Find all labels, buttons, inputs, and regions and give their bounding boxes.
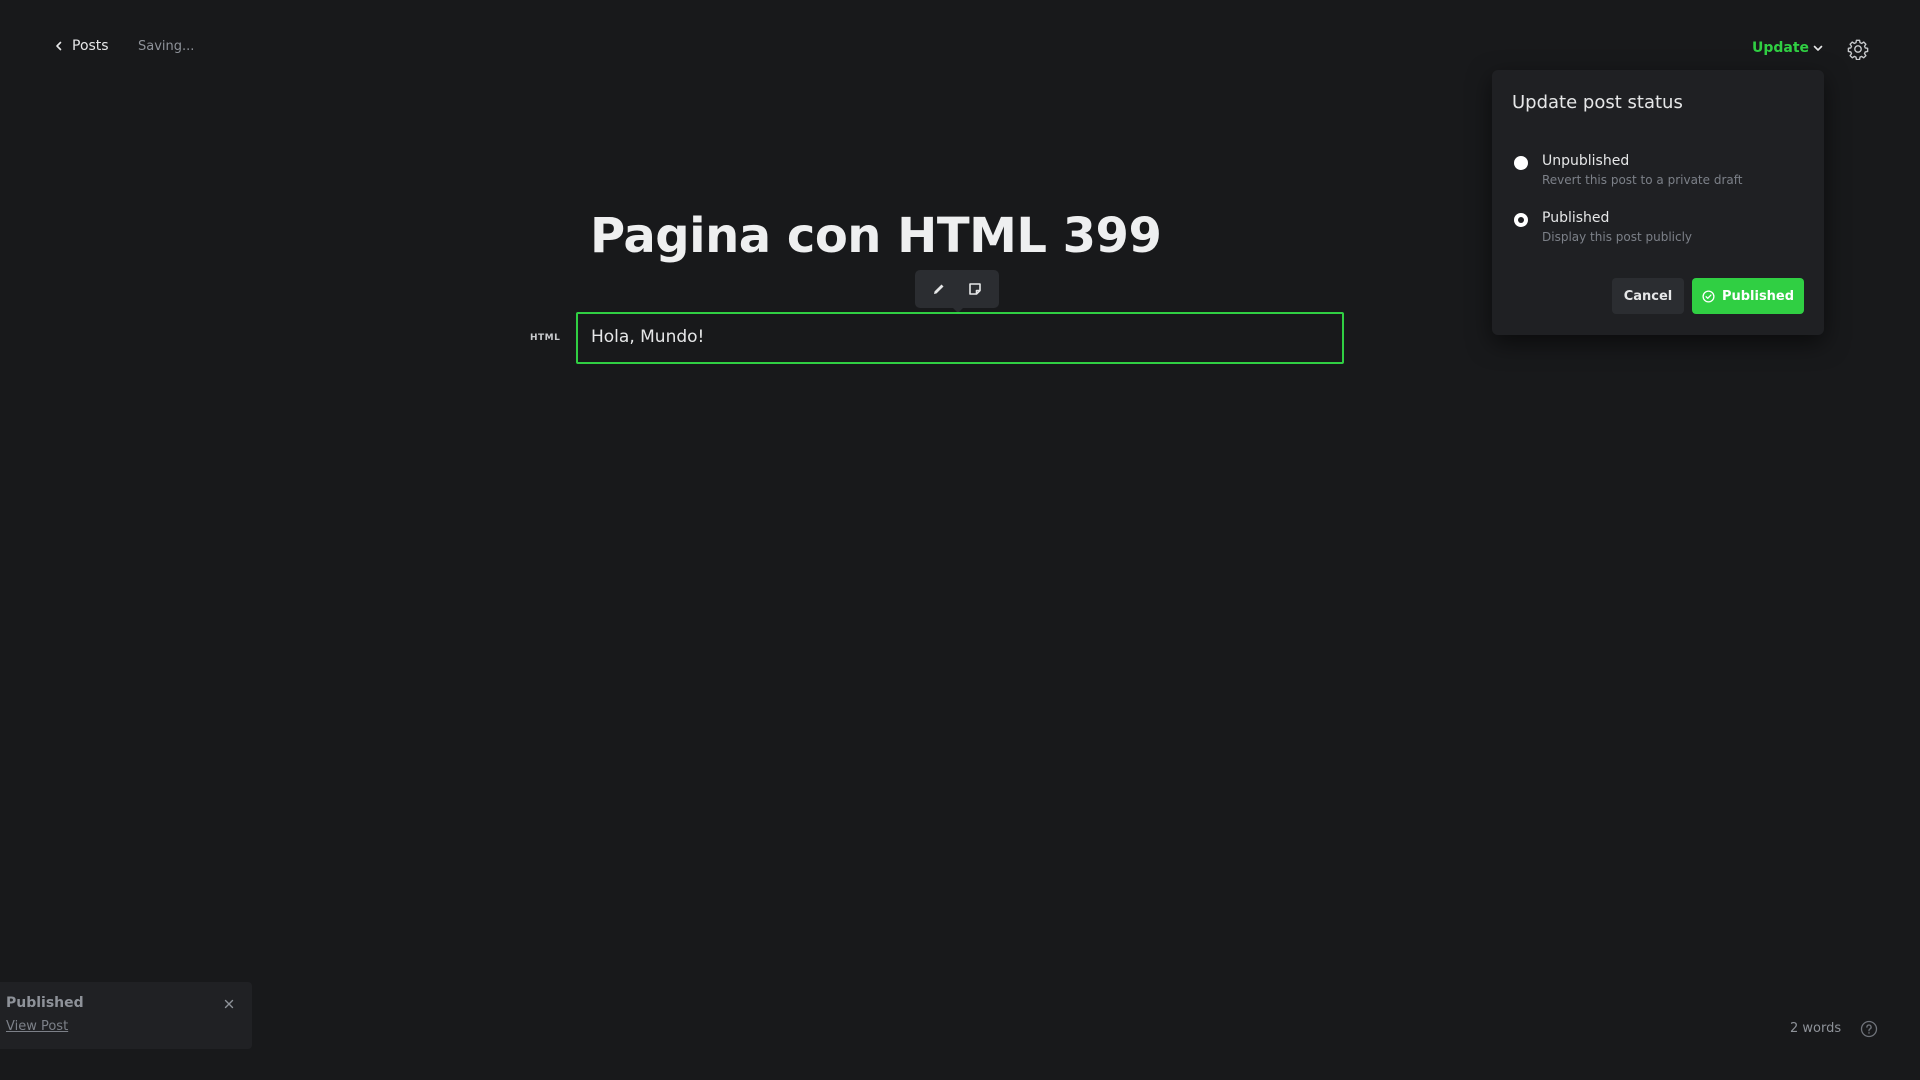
pencil-icon[interactable] — [928, 278, 950, 300]
card-toolbar — [915, 270, 999, 313]
published-button[interactable]: Published — [1692, 278, 1804, 314]
save-status: Saving... — [138, 39, 195, 54]
unpublished-option-description: Revert this post to a private draft — [1542, 173, 1743, 187]
chevron-left-icon — [56, 41, 62, 51]
close-icon[interactable] — [222, 996, 236, 1010]
back-to-posts-link[interactable]: Posts — [54, 38, 109, 54]
unpublished-option-label: Unpublished — [1542, 153, 1630, 169]
publish-notification: Published View Post — [0, 982, 252, 1049]
unpublished-radio[interactable] — [1514, 156, 1528, 170]
help-icon[interactable] — [1860, 1020, 1878, 1038]
update-button-label: Update — [1752, 40, 1810, 56]
notification-title: Published — [6, 995, 84, 1011]
post-title[interactable]: Pagina con HTML 399 — [590, 208, 1162, 264]
settings-gear-icon[interactable] — [1847, 38, 1869, 61]
published-option-label: Published — [1542, 210, 1610, 226]
back-link-label: Posts — [72, 38, 109, 54]
post-status-popover: Update post status Unpublished Revert th… — [1492, 70, 1824, 335]
published-option-description: Display this post publicly — [1542, 230, 1693, 244]
card-type-label: HTML — [530, 333, 561, 343]
popover-title: Update post status — [1512, 92, 1683, 113]
check-circle-icon — [1702, 289, 1715, 303]
html-card-content: Hola, Mundo! — [591, 327, 705, 347]
html-card[interactable]: Hola, Mundo! — [576, 312, 1344, 364]
view-post-link[interactable]: View Post — [6, 1019, 68, 1034]
chevron-down-icon — [1813, 45, 1823, 51]
published-button-label: Published — [1721, 288, 1795, 304]
word-count: 2 words — [1790, 1021, 1842, 1036]
update-button[interactable]: Update — [1752, 40, 1823, 56]
published-radio[interactable] — [1514, 213, 1528, 227]
snippet-icon[interactable] — [964, 278, 986, 300]
cancel-button[interactable]: Cancel — [1612, 278, 1684, 314]
